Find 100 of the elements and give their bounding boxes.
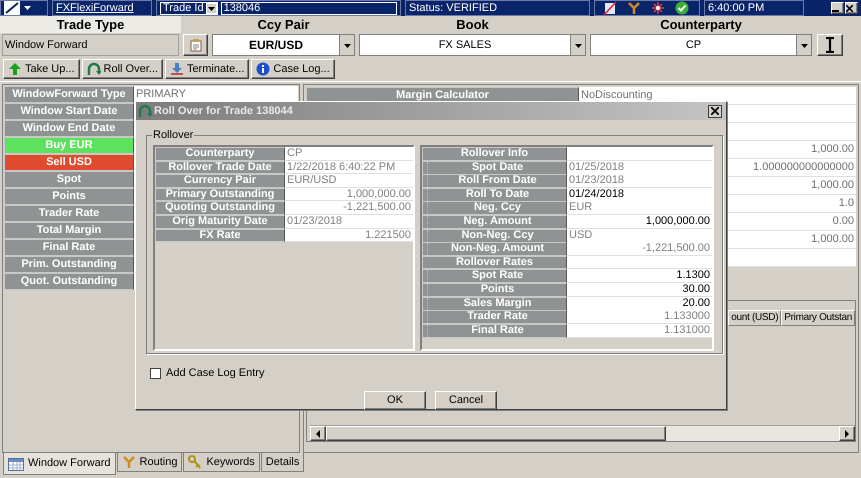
field-label: Trader Rate (4, 205, 134, 222)
clock-time: 6:40:00 PM (708, 2, 764, 14)
trade-type-label: Trade Type (0, 16, 181, 33)
ccy-pair-label: Ccy Pair (256, 18, 311, 31)
scroll-right-button[interactable] (839, 426, 855, 441)
field-label: Counterparty (155, 147, 285, 161)
text-cursor-button[interactable] (817, 34, 843, 56)
column-header[interactable]: ount (USD) (728, 310, 782, 326)
tab[interactable]: Routing (116, 453, 182, 472)
field-label: Prim. Outstanding (4, 256, 134, 273)
notepad-icon (188, 38, 202, 52)
field-value: 1,000,000.00 (285, 188, 413, 202)
column-header[interactable]: Primary Outstan (781, 310, 855, 326)
minimize-button[interactable] (831, 2, 844, 14)
close-button[interactable] (708, 104, 722, 118)
field-label: FX Rate (155, 228, 285, 242)
field-label: Neg. Amount (422, 214, 567, 229)
cancel-button[interactable]: Cancel (435, 391, 497, 410)
field-label: Quoting Outstanding (155, 201, 285, 215)
tab[interactable]: Details (260, 453, 304, 472)
field-label: Rollover Rates (422, 256, 567, 270)
book-combo[interactable]: FX SALES (359, 34, 586, 56)
counterparty-combo[interactable]: CP (590, 34, 812, 56)
right-arrow-icon (844, 430, 850, 438)
field-label: Orig Maturity Date (155, 214, 285, 229)
check-circle-icon[interactable] (675, 1, 689, 15)
left-arrow-icon (315, 430, 321, 438)
field-label: Currency Pair (155, 174, 285, 188)
id-type-select[interactable]: Trade Id (160, 2, 218, 14)
field-label: Points (4, 188, 134, 205)
field-label: Spot Rate (422, 269, 567, 284)
field-label: Primary Outstanding (155, 188, 285, 202)
field-value[interactable]: 01/24/2018 (567, 188, 712, 202)
roll-over-button[interactable]: Roll Over... (82, 59, 163, 79)
field-value[interactable]: 20.00 (567, 296, 712, 311)
tab[interactable]: Window Forward (3, 453, 116, 475)
field-label: Roll From Date (422, 174, 567, 188)
field-value: 1/22/2018 6:40:22 PM (285, 160, 413, 174)
notepad-button[interactable] (183, 34, 208, 56)
field-value: 01/23/2018 (567, 174, 712, 188)
counterparty-label: Counterparty (659, 18, 743, 31)
field-value: USD (567, 228, 712, 243)
ccy-pair-combo[interactable]: EUR/USD (212, 34, 355, 56)
close-icon (846, 4, 853, 12)
up-arrow-icon (8, 62, 22, 76)
dialog-title: Roll Over for Trade 138044 (154, 104, 293, 118)
field-label: Sell USD (4, 154, 134, 171)
field-label: Quot. Outstanding (4, 273, 134, 290)
field-label: Spot Date (422, 160, 567, 175)
trade-id-field[interactable]: 138046 (220, 2, 397, 14)
field-label: Window Start Date (4, 103, 134, 120)
field-label: Buy EUR (4, 137, 134, 154)
scroll-thumb[interactable] (326, 426, 666, 441)
field-value[interactable]: 1,000,000.00 (567, 214, 712, 229)
field-label: Neg. Ccy (422, 201, 567, 216)
app-menu-icon[interactable] (4, 1, 32, 15)
info-icon (256, 62, 270, 76)
field-value: 1.131000 (567, 324, 712, 338)
field-value: CP (285, 147, 413, 161)
field-label: Final Rate (422, 324, 567, 338)
field-label: Final Rate (4, 239, 134, 256)
field-label: Roll To Date (422, 188, 567, 202)
u-turn-arrow-icon (138, 104, 152, 118)
key-icon (188, 455, 202, 469)
field-label: Trader Rate (422, 310, 567, 324)
calendar-icon (8, 456, 24, 470)
star-cross-icon[interactable] (651, 1, 665, 15)
field-label: Points (422, 282, 567, 297)
field-label: Sales Margin (422, 296, 567, 311)
field-value: EUR/USD (285, 174, 413, 188)
field-value: -1,221,500.00 (567, 242, 712, 256)
text-cursor-icon (824, 37, 836, 53)
field-value: -1,221,500.00 (285, 201, 413, 215)
download-icon (170, 62, 184, 76)
checkbox[interactable] (150, 368, 161, 379)
field-label: Total Margin (4, 222, 134, 239)
terminate-button[interactable]: Terminate... (164, 59, 250, 79)
scroll-left-button[interactable] (310, 426, 326, 441)
field-value: EUR (567, 201, 712, 216)
field-value: 01/23/2018 (285, 214, 413, 229)
fork-icon (122, 455, 136, 469)
field-value[interactable]: 30.00 (567, 282, 712, 297)
trade-type-field[interactable]: Window Forward (2, 34, 179, 56)
checkbox-label: Add Case Log Entry (166, 367, 264, 380)
book-label: Book (455, 18, 490, 31)
field-label: Rollover Trade Date (155, 160, 285, 174)
close-icon (711, 107, 719, 115)
take-up-button[interactable]: Take Up... (3, 59, 80, 79)
u-turn-arrow-icon (86, 62, 101, 76)
fork-icon[interactable] (627, 1, 641, 15)
crossed-document-icon[interactable] (603, 1, 617, 15)
field-label: Spot (4, 171, 134, 188)
case-log-button[interactable]: Case Log... (251, 59, 335, 79)
field-label: Non-Neg. Amount (422, 242, 567, 256)
field-value: 01/25/2018 (567, 160, 712, 175)
field-label: Rollover Info (422, 147, 567, 161)
field-value: 1.133000 (567, 310, 712, 324)
field-value[interactable]: 1.1300 (567, 269, 712, 284)
ok-button[interactable]: OK (364, 391, 426, 410)
tab[interactable]: Keywords (183, 453, 260, 472)
